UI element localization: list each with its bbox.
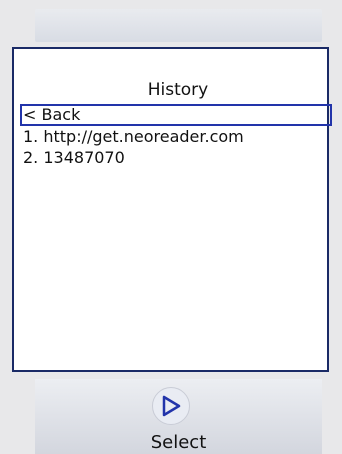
history-screen: History < Back 1. http://get.neoreader.c… — [12, 47, 332, 372]
list-item[interactable]: 1. http://get.neoreader.com — [20, 126, 332, 147]
back-item[interactable]: < Back — [20, 104, 332, 126]
select-button[interactable]: Select — [35, 432, 322, 453]
list-item[interactable]: 2. 13487070 — [20, 147, 332, 168]
title-bar — [35, 9, 322, 42]
play-triangle-icon[interactable] — [152, 387, 190, 425]
softkey-bar: Select — [35, 379, 322, 454]
page-title: History — [147, 80, 209, 100]
history-list: < Back 1. http://get.neoreader.com 2. 13… — [20, 104, 332, 168]
